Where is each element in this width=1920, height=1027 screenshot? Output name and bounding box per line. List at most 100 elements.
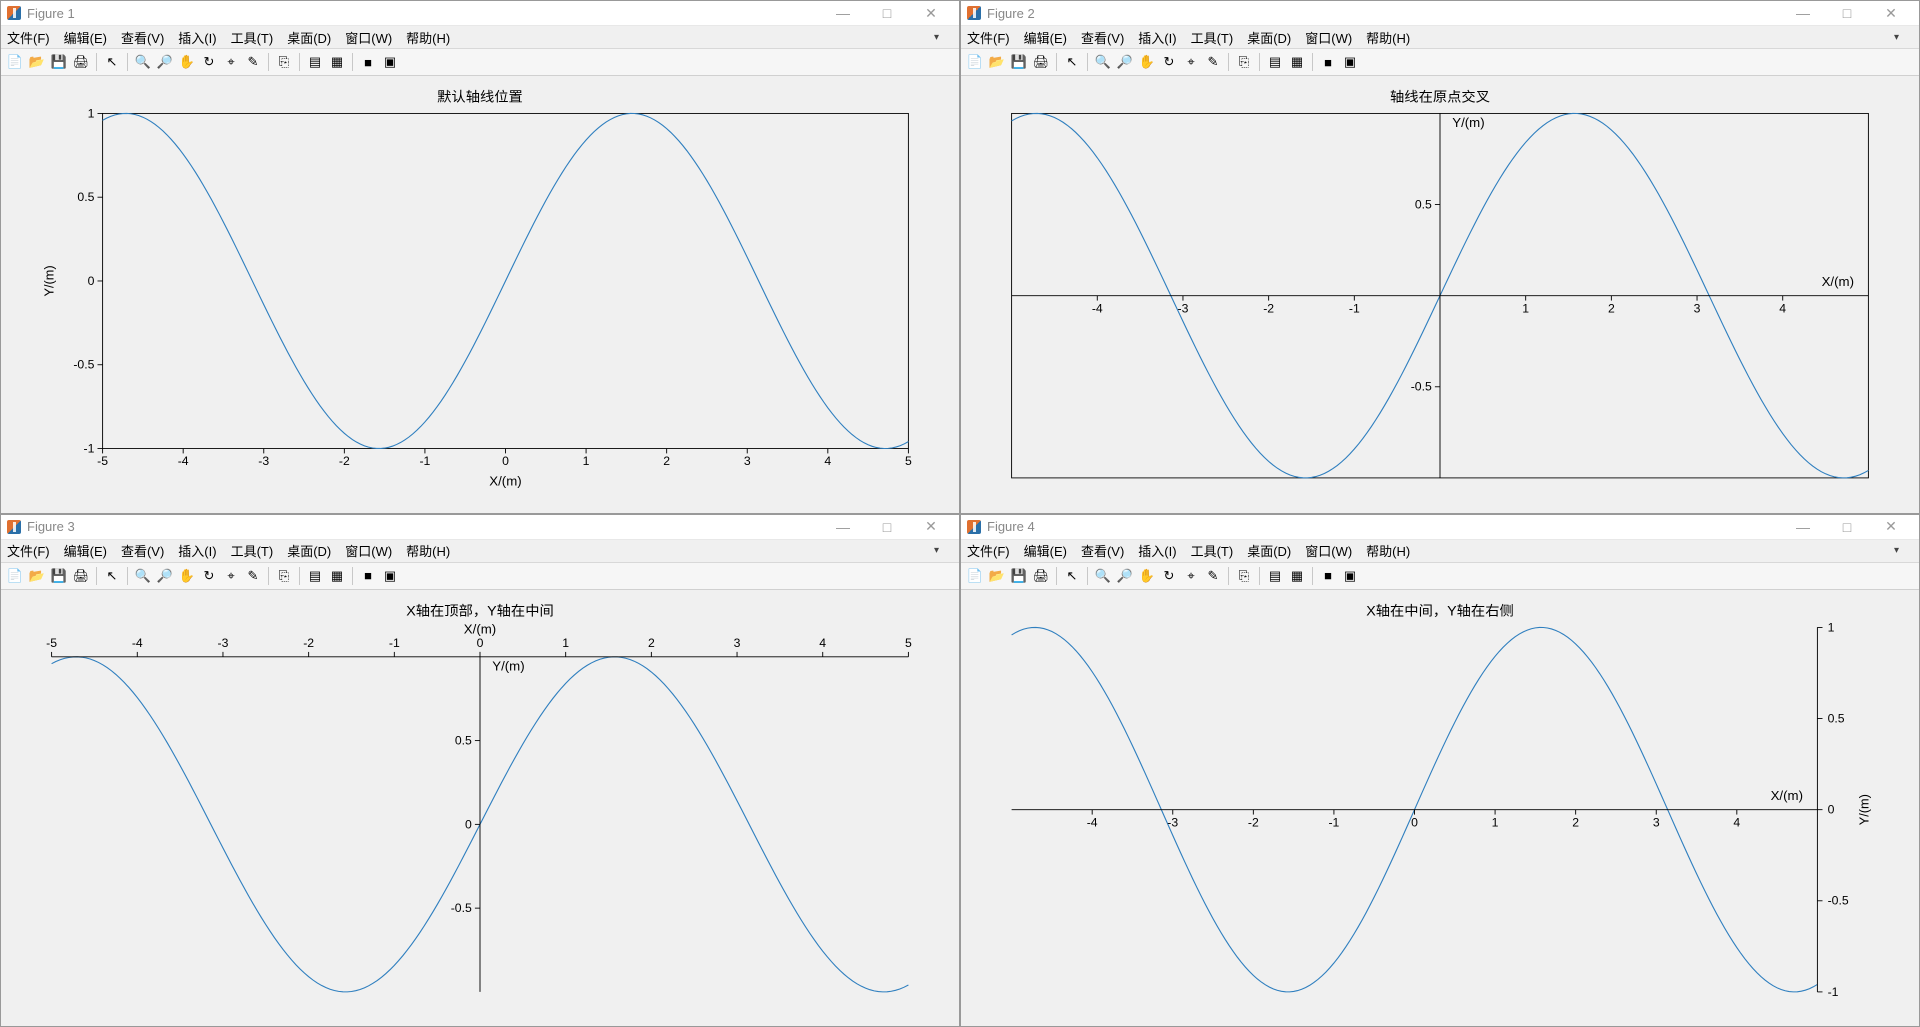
menu-item[interactable]: 插入(I) — [1138, 541, 1176, 560]
new-icon[interactable]: 📄 — [5, 566, 25, 586]
menu-item[interactable]: 帮助(H) — [1366, 28, 1410, 47]
save-icon[interactable]: 💾 — [49, 52, 69, 72]
zoom-in-icon[interactable]: 🔍 — [133, 566, 153, 586]
menu-item[interactable]: 帮助(H) — [1366, 541, 1410, 560]
print-icon[interactable]: 🖨 — [1031, 52, 1051, 72]
menu-item[interactable]: 窗口(W) — [1305, 541, 1352, 560]
hide-tools-icon[interactable]: ■ — [1318, 52, 1338, 72]
zoom-out-icon[interactable]: 🔎 — [1115, 52, 1135, 72]
menu-item[interactable]: 编辑(E) — [1024, 28, 1067, 47]
link-icon[interactable]: ⎘ — [1234, 52, 1254, 72]
pan-icon[interactable]: ✋ — [177, 566, 197, 586]
pan-icon[interactable]: ✋ — [1137, 52, 1157, 72]
dock-icon[interactable]: ▣ — [380, 52, 400, 72]
print-icon[interactable]: 🖨 — [1031, 566, 1051, 586]
menu-item[interactable]: 文件(F) — [967, 28, 1010, 47]
menu-item[interactable]: 编辑(E) — [64, 28, 107, 47]
max-button[interactable]: □ — [1825, 5, 1869, 21]
insert-legend-icon[interactable]: ▦ — [1287, 52, 1307, 72]
pointer-icon[interactable]: ↖ — [1062, 566, 1082, 586]
insert-legend-icon[interactable]: ▦ — [327, 566, 347, 586]
menu-item[interactable]: 窗口(W) — [345, 541, 392, 560]
open-icon[interactable]: 📂 — [27, 566, 47, 586]
data-cursor-icon[interactable]: ⌖ — [1181, 52, 1201, 72]
titlebar[interactable]: Figure 1—□✕ — [1, 1, 959, 26]
pan-icon[interactable]: ✋ — [177, 52, 197, 72]
figure-canvas[interactable]: 默认轴线位置-5-4-3-2-1012345X/(m)-1-0.500.51Y/… — [1, 76, 959, 513]
toolbar-dropdown-icon[interactable]: ▾ — [1894, 545, 1899, 556]
menu-item[interactable]: 编辑(E) — [1024, 541, 1067, 560]
brush-icon[interactable]: ✎ — [1203, 52, 1223, 72]
menu-item[interactable]: 文件(F) — [7, 541, 50, 560]
menu-item[interactable]: 桌面(D) — [287, 28, 331, 47]
zoom-out-icon[interactable]: 🔎 — [155, 52, 175, 72]
brush-icon[interactable]: ✎ — [1203, 566, 1223, 586]
figure-canvas[interactable]: X轴在中间，Y轴在右侧-4-3-2-101234X/(m)-1-0.500.51… — [961, 590, 1919, 1027]
pan-icon[interactable]: ✋ — [1137, 566, 1157, 586]
menu-item[interactable]: 桌面(D) — [287, 541, 331, 560]
insert-colorbar-icon[interactable]: ▤ — [305, 566, 325, 586]
pointer-icon[interactable]: ↖ — [102, 566, 122, 586]
pointer-icon[interactable]: ↖ — [1062, 52, 1082, 72]
titlebar[interactable]: Figure 4—□✕ — [961, 515, 1919, 540]
menu-item[interactable]: 桌面(D) — [1247, 28, 1291, 47]
toolbar-dropdown-icon[interactable]: ▾ — [934, 32, 939, 43]
menu-item[interactable]: 窗口(W) — [1305, 28, 1352, 47]
insert-legend-icon[interactable]: ▦ — [1287, 566, 1307, 586]
hide-tools-icon[interactable]: ■ — [358, 566, 378, 586]
zoom-out-icon[interactable]: 🔎 — [1115, 566, 1135, 586]
menu-item[interactable]: 窗口(W) — [345, 28, 392, 47]
min-button[interactable]: — — [821, 5, 865, 21]
zoom-out-icon[interactable]: 🔎 — [155, 566, 175, 586]
menu-item[interactable]: 帮助(H) — [406, 541, 450, 560]
link-icon[interactable]: ⎘ — [274, 566, 294, 586]
zoom-in-icon[interactable]: 🔍 — [1093, 566, 1113, 586]
max-button[interactable]: □ — [1825, 519, 1869, 535]
menu-item[interactable]: 查看(V) — [1081, 28, 1124, 47]
link-icon[interactable]: ⎘ — [274, 52, 294, 72]
close-button[interactable]: ✕ — [909, 518, 953, 535]
open-icon[interactable]: 📂 — [987, 566, 1007, 586]
menu-item[interactable]: 插入(I) — [178, 541, 216, 560]
menu-item[interactable]: 工具(T) — [231, 28, 274, 47]
dock-icon[interactable]: ▣ — [1340, 566, 1360, 586]
rotate-icon[interactable]: ↻ — [1159, 566, 1179, 586]
brush-icon[interactable]: ✎ — [243, 566, 263, 586]
pointer-icon[interactable]: ↖ — [102, 52, 122, 72]
menu-item[interactable]: 查看(V) — [121, 541, 164, 560]
figure-canvas[interactable]: 轴线在原点交叉-4-3-2-11234X/(m)-0.50.5Y/(m) — [961, 76, 1919, 513]
menu-item[interactable]: 编辑(E) — [64, 541, 107, 560]
hide-tools-icon[interactable]: ■ — [358, 52, 378, 72]
menu-item[interactable]: 工具(T) — [1191, 541, 1234, 560]
save-icon[interactable]: 💾 — [1009, 52, 1029, 72]
data-cursor-icon[interactable]: ⌖ — [221, 52, 241, 72]
titlebar[interactable]: Figure 3—□✕ — [1, 515, 959, 540]
data-cursor-icon[interactable]: ⌖ — [221, 566, 241, 586]
toolbar-dropdown-icon[interactable]: ▾ — [1894, 32, 1899, 43]
close-button[interactable]: ✕ — [1869, 518, 1913, 535]
menu-item[interactable]: 文件(F) — [7, 28, 50, 47]
open-icon[interactable]: 📂 — [27, 52, 47, 72]
zoom-in-icon[interactable]: 🔍 — [133, 52, 153, 72]
menu-item[interactable]: 文件(F) — [967, 541, 1010, 560]
menu-item[interactable]: 帮助(H) — [406, 28, 450, 47]
menu-item[interactable]: 桌面(D) — [1247, 541, 1291, 560]
new-icon[interactable]: 📄 — [965, 566, 985, 586]
min-button[interactable]: — — [1781, 519, 1825, 535]
max-button[interactable]: □ — [865, 519, 909, 535]
close-button[interactable]: ✕ — [909, 5, 953, 22]
menu-item[interactable]: 查看(V) — [1081, 541, 1124, 560]
menu-item[interactable]: 插入(I) — [1138, 28, 1176, 47]
brush-icon[interactable]: ✎ — [243, 52, 263, 72]
save-icon[interactable]: 💾 — [1009, 566, 1029, 586]
link-icon[interactable]: ⎘ — [1234, 566, 1254, 586]
rotate-icon[interactable]: ↻ — [199, 52, 219, 72]
zoom-in-icon[interactable]: 🔍 — [1093, 52, 1113, 72]
save-icon[interactable]: 💾 — [49, 566, 69, 586]
new-icon[interactable]: 📄 — [965, 52, 985, 72]
new-icon[interactable]: 📄 — [5, 52, 25, 72]
menu-item[interactable]: 插入(I) — [178, 28, 216, 47]
toolbar-dropdown-icon[interactable]: ▾ — [934, 545, 939, 556]
insert-colorbar-icon[interactable]: ▤ — [305, 52, 325, 72]
dock-icon[interactable]: ▣ — [1340, 52, 1360, 72]
